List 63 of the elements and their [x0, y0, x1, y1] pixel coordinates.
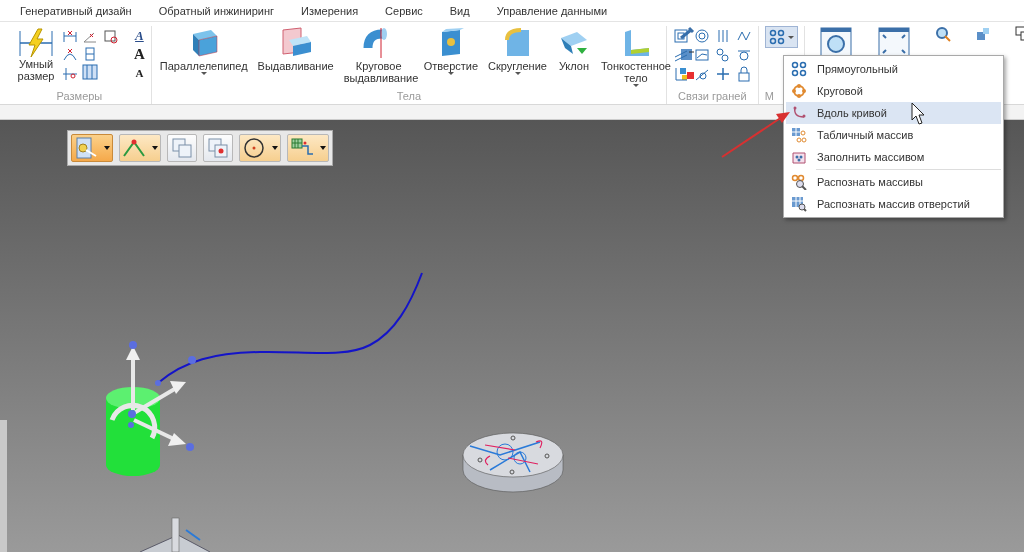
menu-item[interactable]: Заполнить массивом: [786, 146, 1001, 168]
toolbar-button[interactable]: Тонкостенное тело: [598, 26, 673, 87]
menu-item[interactable]: Распознать массив отверстий: [786, 193, 1001, 215]
squares-point-icon: [206, 136, 230, 160]
group-label: Размеры: [55, 89, 104, 104]
lock-icon[interactable]: [735, 66, 752, 82]
concentric-circles-icon[interactable]: [693, 28, 710, 44]
coordinate-dimension-icon[interactable]: [102, 28, 118, 44]
smart-dimension-button[interactable]: Умный размер: [14, 28, 58, 82]
curve-points-icon: [791, 105, 807, 121]
toolbar-button[interactable]: Параллелепипед: [157, 26, 250, 75]
menu-item[interactable]: Табличный массив: [786, 124, 1001, 146]
tool-button[interactable]: [239, 134, 281, 162]
table-icon[interactable]: [82, 64, 98, 80]
circles-magnifier-icon: [791, 174, 807, 190]
four-circles-icon: [768, 29, 785, 45]
arc-dimension-icon[interactable]: [62, 46, 78, 62]
mouse-cursor: [911, 102, 925, 125]
circle-center-icon: [242, 136, 266, 160]
plus-icon[interactable]: [714, 66, 731, 82]
pointer-arrow: [721, 112, 790, 158]
lightning-dimension-icon: [18, 28, 54, 58]
pattern-button[interactable]: [764, 26, 798, 48]
menu-item[interactable]: Вдоль кривой: [786, 102, 1001, 124]
framed-graph-icon[interactable]: [693, 47, 710, 63]
tangent-icon[interactable]: [735, 47, 752, 63]
toolbar-button[interactable]: Круговое выдавливание: [341, 26, 416, 84]
magnifier-icon[interactable]: [934, 26, 951, 42]
menu-tab[interactable]: Сервис: [385, 0, 423, 21]
filled-region-icon: [791, 149, 807, 165]
toolbar-button[interactable]: Скругление: [486, 26, 549, 75]
menu-tab[interactable]: Управление данными: [496, 0, 608, 21]
text-format-button[interactable]: A: [134, 45, 145, 64]
text-format-button[interactable]: A: [134, 64, 145, 83]
perpendicular-icon[interactable]: [672, 66, 689, 82]
overlapping-squares-icon: [170, 136, 194, 160]
nested-squares-icon[interactable]: [672, 28, 689, 44]
plane-point-icon: [74, 136, 98, 160]
group-label: Связи граней: [677, 89, 748, 104]
group-label: М: [764, 89, 775, 104]
text-format-button[interactable]: A: [134, 26, 145, 45]
four-circles-icon: [791, 61, 807, 77]
cubes-icon[interactable]: [974, 26, 991, 42]
caret-icon: [787, 35, 794, 39]
span-dimension-icon[interactable]: [62, 28, 78, 44]
toolbar-button[interactable]: Отверстие: [421, 26, 481, 75]
menu-tab[interactable]: Генеративный дизайн: [20, 0, 132, 21]
menu-tab[interactable]: Измерения: [301, 0, 359, 21]
menu-item[interactable]: Прямоугольный: [786, 58, 1001, 80]
part-drawing: [139, 517, 211, 552]
stacked-dimension-icon[interactable]: [82, 46, 98, 62]
circles-icon[interactable]: [714, 47, 731, 63]
menu-item[interactable]: Круговой: [786, 80, 1001, 102]
menu-item[interactable]: Распознать массивы: [786, 171, 1001, 193]
grid-circles-icon: [791, 127, 807, 143]
toolbar-button[interactable]: Выдавливание: [255, 26, 336, 72]
toolbar-button[interactable]: Уклон: [554, 26, 593, 72]
circle-ring-icon: [791, 83, 807, 99]
colored-blocks-icon[interactable]: [678, 66, 695, 82]
menu-tab[interactable]: Вид: [449, 0, 470, 21]
group-label: Тела: [395, 89, 423, 104]
menu-tab[interactable]: Обратный инжиниринг: [158, 0, 275, 21]
grid-magnifier-icon: [791, 196, 807, 212]
